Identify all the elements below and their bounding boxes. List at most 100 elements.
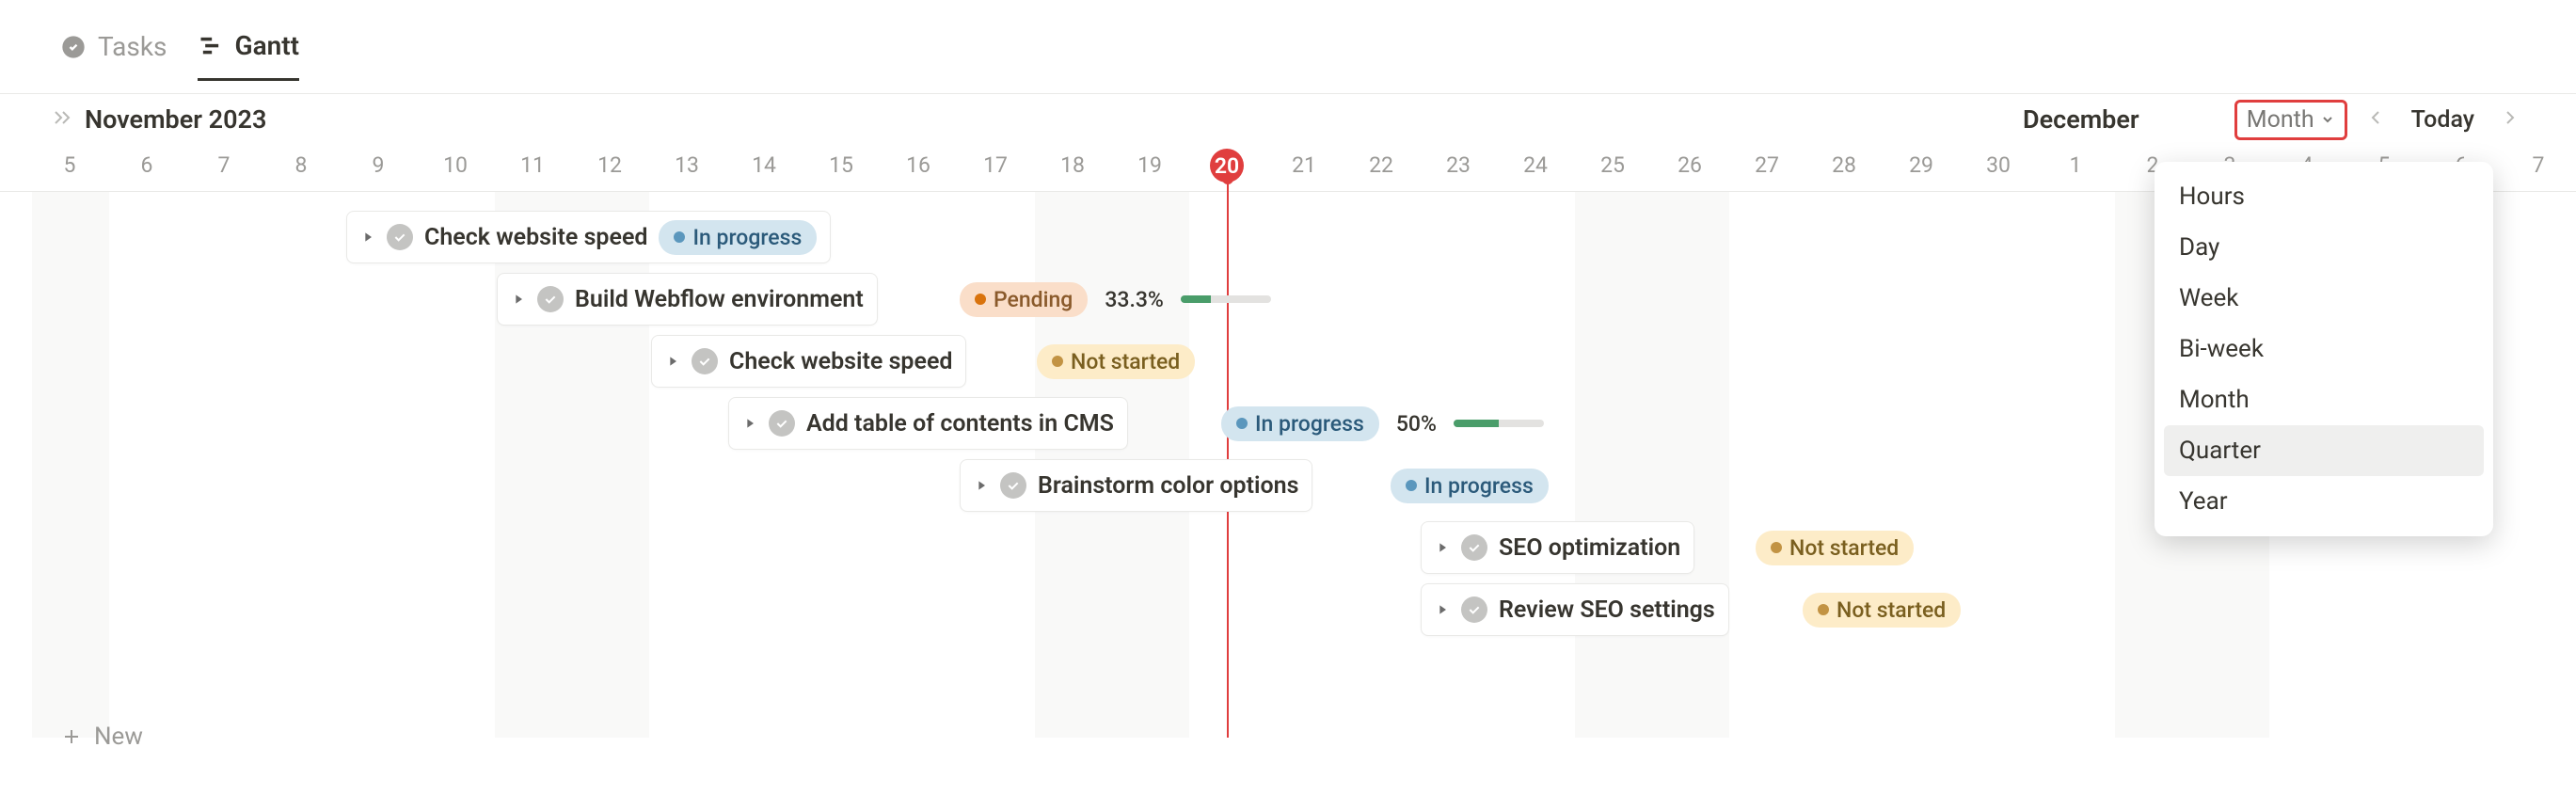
status-dot-icon — [1771, 542, 1782, 553]
date-cell: 26 — [1678, 152, 1702, 178]
zoom-option-bi-week[interactable]: Bi-week — [2164, 324, 2484, 374]
today-button[interactable]: Today — [2404, 103, 2482, 137]
month-primary-label: November 2023 — [85, 104, 266, 135]
date-cell: 30 — [1986, 152, 2011, 178]
task-title: Build Webflow environment — [575, 286, 864, 313]
tab-tasks[interactable]: Tasks — [60, 31, 167, 79]
status-label: Pending — [994, 287, 1073, 312]
prev-button[interactable] — [2361, 103, 2391, 136]
date-cell: 29 — [1909, 152, 1933, 178]
task-extras: Pending 33.3% — [960, 273, 1271, 326]
expand-caret-icon[interactable] — [665, 348, 680, 375]
status-label: In progress — [1255, 411, 1364, 437]
gantt-icon — [198, 32, 224, 58]
task-card[interactable]: Brainstorm color options — [960, 459, 1312, 512]
zoom-dropdown: HoursDayWeekBi-weekMonthQuarterYear — [2155, 162, 2493, 536]
zoom-option-week[interactable]: Week — [2164, 273, 2484, 324]
date-cell: 19 — [1137, 152, 1162, 178]
expand-caret-icon[interactable] — [974, 472, 989, 500]
date-cell: 18 — [1060, 152, 1085, 178]
status-pill: Pending — [960, 282, 1088, 317]
status-label: Not started — [1789, 535, 1899, 561]
weekend-column — [32, 192, 109, 738]
task-title: Check website speed — [729, 348, 952, 375]
status-pill: In progress — [659, 220, 817, 255]
task-card[interactable]: Check website speed — [651, 335, 966, 388]
task-title: Review SEO settings — [1499, 596, 1715, 624]
date-cell: 16 — [906, 152, 930, 178]
date-cell: 11 — [520, 152, 545, 178]
progress-bar — [1181, 295, 1271, 303]
task-card[interactable]: SEO optimization — [1421, 521, 1694, 574]
task-extras: Not started — [1756, 521, 1914, 574]
today-dot — [1222, 173, 1233, 184]
date-cell: 13 — [675, 152, 699, 178]
status-pill: In progress — [1221, 406, 1379, 441]
status-dot-icon — [1236, 418, 1248, 429]
zoom-option-month[interactable]: Month — [2164, 374, 2484, 425]
expand-caret-icon[interactable] — [742, 410, 757, 437]
progress-fill — [1181, 295, 1211, 303]
new-button[interactable]: New — [60, 723, 143, 751]
task-check-icon[interactable] — [769, 410, 795, 437]
task-percent: 50% — [1396, 411, 1437, 437]
task-check-icon[interactable] — [692, 348, 718, 374]
task-check-icon[interactable] — [1461, 534, 1487, 561]
status-dot-icon — [1052, 356, 1063, 367]
date-cell: 7 — [218, 152, 231, 178]
task-card[interactable]: Check website speed In progress — [346, 211, 831, 263]
date-cell: 14 — [752, 152, 776, 178]
date-cell: 27 — [1755, 152, 1779, 178]
expand-caret-icon[interactable] — [511, 286, 526, 313]
chevron-down-icon — [2320, 112, 2335, 127]
task-check-icon[interactable] — [1000, 472, 1026, 499]
date-cell: 7 — [2533, 152, 2545, 178]
zoom-selector[interactable]: Month — [2234, 100, 2347, 140]
date-cell: 17 — [983, 152, 1008, 178]
task-check-icon[interactable] — [537, 286, 564, 312]
task-card[interactable]: Review SEO settings — [1421, 583, 1729, 636]
task-check-icon[interactable] — [1461, 596, 1487, 623]
date-cell: 15 — [829, 152, 853, 178]
progress-fill — [1454, 420, 1499, 427]
expand-caret-icon[interactable] — [360, 224, 375, 251]
tab-gantt[interactable]: Gantt — [198, 30, 300, 81]
expand-caret-icon[interactable] — [1435, 534, 1450, 562]
right-controls: Month Today — [2234, 100, 2525, 140]
timeline-header: November 2023 December Month Today — [0, 94, 2576, 145]
month-secondary-label: December — [2023, 104, 2139, 135]
task-check-icon[interactable] — [387, 224, 413, 250]
zoom-option-year[interactable]: Year — [2164, 476, 2484, 527]
status-label: Not started — [1837, 597, 1946, 623]
tab-tasks-label: Tasks — [98, 31, 167, 62]
status-pill: In progress — [1391, 469, 1549, 503]
task-extras: Not started — [1037, 335, 1195, 388]
weekend-column — [1575, 192, 1652, 738]
task-title: Check website speed — [424, 224, 647, 251]
new-label: New — [94, 723, 143, 751]
date-cell: 10 — [443, 152, 468, 178]
expand-caret-icon[interactable] — [1435, 596, 1450, 624]
task-card[interactable]: Build Webflow environment — [497, 273, 878, 326]
check-circle-icon — [60, 34, 87, 60]
task-card[interactable]: Add table of contents in CMS — [728, 397, 1128, 450]
date-cell: 5 — [64, 152, 76, 178]
zoom-label: Month — [2247, 106, 2314, 134]
tab-gantt-label: Gantt — [235, 30, 300, 61]
next-button[interactable] — [2495, 103, 2525, 136]
collapse-icon[interactable] — [51, 106, 73, 133]
status-pill: Not started — [1037, 344, 1195, 379]
plus-icon — [60, 725, 83, 748]
task-percent: 33.3% — [1105, 287, 1164, 312]
task-extras: In progress 50% — [1221, 397, 1544, 450]
date-cell: 8 — [295, 152, 308, 178]
status-dot-icon — [674, 231, 685, 243]
progress-bar — [1454, 420, 1544, 427]
zoom-option-hours[interactable]: Hours — [2164, 171, 2484, 222]
status-dot-icon — [1818, 604, 1829, 615]
status-pill: Not started — [1756, 531, 1914, 565]
zoom-option-quarter[interactable]: Quarter — [2164, 425, 2484, 476]
status-label: Not started — [1071, 349, 1180, 374]
weekend-column — [1652, 192, 1729, 738]
zoom-option-day[interactable]: Day — [2164, 222, 2484, 273]
